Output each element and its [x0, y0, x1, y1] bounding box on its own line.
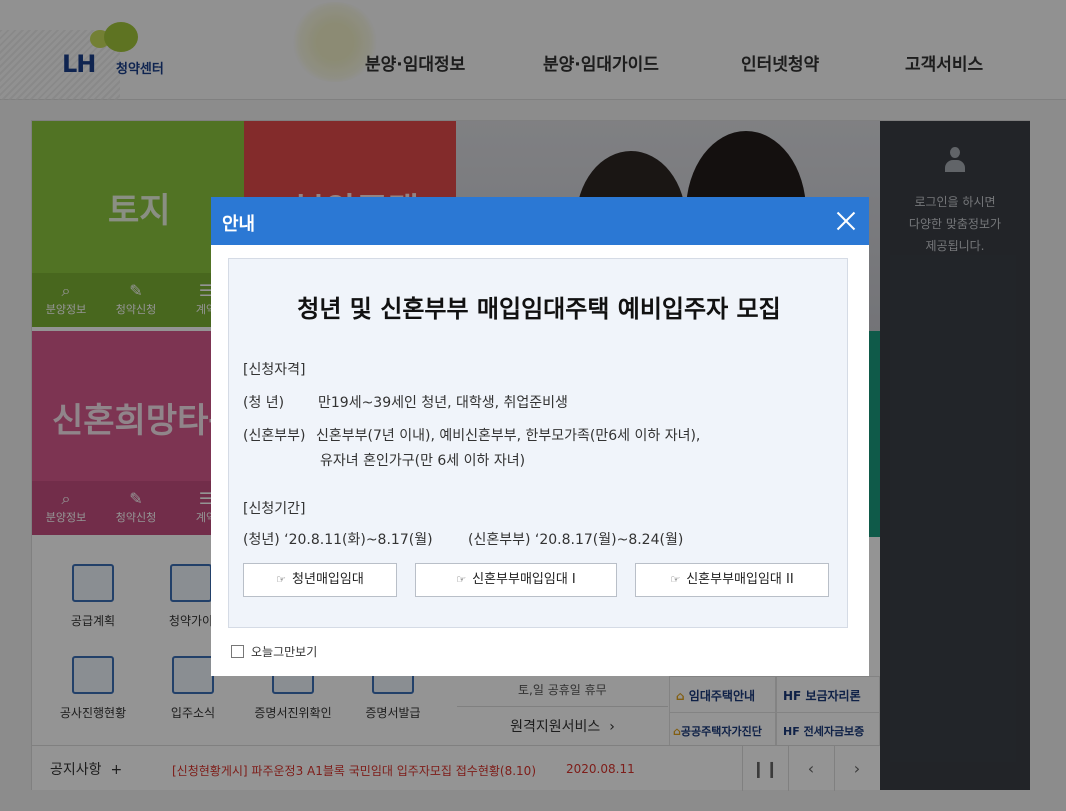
dont-show-today[interactable]: 오늘그만보기	[231, 643, 317, 660]
dont-show-today-label: 오늘그만보기	[251, 645, 318, 659]
pointing-hand-icon: ☞	[456, 573, 467, 586]
period-newlywed: (신혼부부) ‘20.8.17(월)~8.24(월)	[468, 532, 684, 548]
button-label: 신혼부부매입임대 I	[472, 572, 576, 587]
newlywed-rental-2-button[interactable]: ☞ 신혼부부매입임대 II	[635, 563, 829, 597]
newlywed-qualification-cont: 유자녀 혼인가구(만 6세 이하 자녀)	[320, 453, 526, 469]
youth-rental-button[interactable]: ☞ 청년매입임대	[243, 563, 397, 597]
newlywed-rental-1-button[interactable]: ☞ 신혼부부매입임대 I	[415, 563, 617, 597]
button-label: 신혼부부매입임대 II	[686, 572, 794, 587]
period-youth: (청년) ‘20.8.11(화)~8.17(월)	[243, 532, 433, 548]
youth-label: (청 년)	[243, 395, 285, 411]
period-heading: [신청기간]	[243, 501, 306, 517]
pointing-hand-icon: ☞	[276, 573, 287, 586]
youth-qualification: 만19세~39세인 청년, 대학생, 취업준비생	[318, 395, 568, 411]
newlywed-label: (신혼부부)	[243, 428, 306, 444]
modal-title: 안내	[222, 214, 256, 235]
modal-content: 청년 및 신혼부부 매입임대주택 예비입주자 모집 [신청자격] (청 년) 만…	[228, 258, 848, 628]
modal-headline: 청년 및 신혼부부 매입임대주택 예비입주자 모집	[297, 295, 781, 323]
dont-show-today-checkbox[interactable]	[231, 645, 244, 658]
modal-header: 안내	[211, 197, 869, 245]
close-icon[interactable]	[831, 206, 861, 236]
button-label: 청년매입임대	[292, 572, 364, 587]
qualification-heading: [신청자격]	[243, 362, 306, 378]
notice-modal: 안내 청년 및 신혼부부 매입임대주택 예비입주자 모집 [신청자격] (청 년…	[211, 197, 869, 676]
pointing-hand-icon: ☞	[670, 573, 681, 586]
newlywed-qualification: 신혼부부(7년 이내), 예비신혼부부, 한부모가족(만6세 이하 자녀),	[316, 428, 701, 444]
